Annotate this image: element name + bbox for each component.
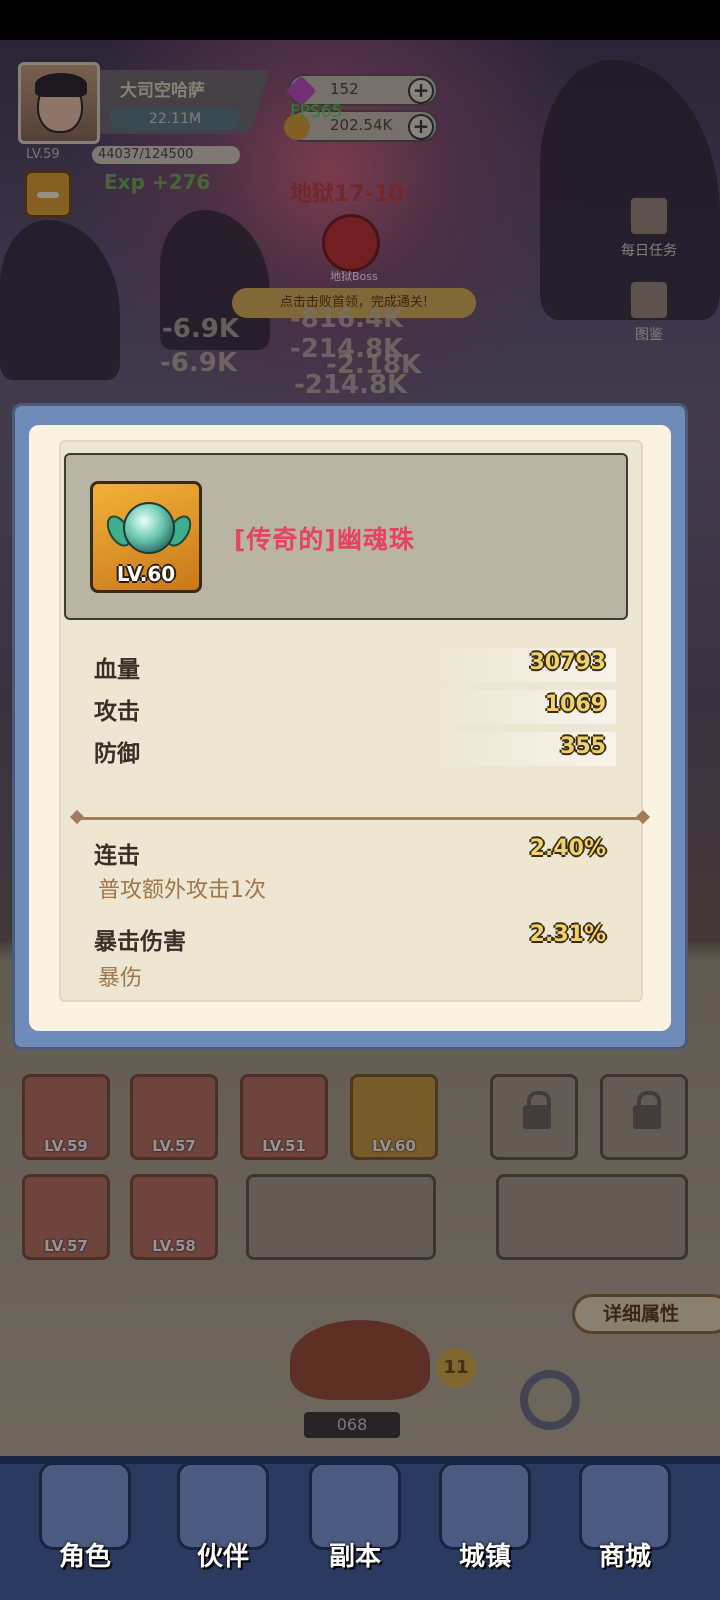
nav-dungeon[interactable]: 副本 — [290, 1458, 420, 1600]
nav-label: 伙伴 — [196, 1542, 249, 1572]
nav-shop[interactable]: 商城 — [560, 1458, 690, 1600]
ghost-orb-icon: LV.60 — [90, 481, 202, 593]
stats-divider — [74, 817, 646, 820]
nav-town[interactable]: 城镇 — [420, 1458, 550, 1600]
nav-partner[interactable]: 伙伴 — [158, 1458, 288, 1600]
nav-character[interactable]: 角色 — [20, 1458, 150, 1600]
stat-row-attack: 攻击 1069 — [76, 690, 616, 725]
nav-label: 角色 — [58, 1542, 111, 1572]
stat-label: 血量 — [94, 657, 140, 683]
stat-label: 暴击伤害 — [94, 929, 186, 955]
stat-value: 30793 — [529, 650, 606, 675]
stat-row-crit-damage: 暴击伤害 2.31% — [76, 920, 616, 955]
stat-label: 防御 — [94, 741, 140, 767]
item-level: LV.60 — [116, 562, 176, 586]
stat-description: 普攻额外攻击1次 — [98, 878, 266, 903]
stat-value: 1069 — [544, 692, 606, 717]
status-bar — [0, 0, 720, 40]
stat-label: 连击 — [94, 843, 140, 869]
stat-row-defense: 防御 355 — [76, 732, 616, 767]
nav-label: 商城 — [598, 1542, 651, 1572]
nav-label: 副本 — [328, 1542, 381, 1572]
stat-value: 2.31% — [529, 922, 606, 947]
nav-label: 城镇 — [458, 1542, 511, 1572]
stat-label: 攻击 — [94, 699, 140, 725]
item-name: [传奇的]幽魂珠 — [234, 525, 415, 554]
stat-description: 暴伤 — [98, 966, 143, 991]
stat-value: 2.40% — [529, 836, 606, 861]
stat-row-hp: 血量 30793 — [76, 648, 616, 683]
stat-value: 355 — [560, 734, 606, 759]
stat-row-combo: 连击 2.40% — [76, 834, 616, 869]
